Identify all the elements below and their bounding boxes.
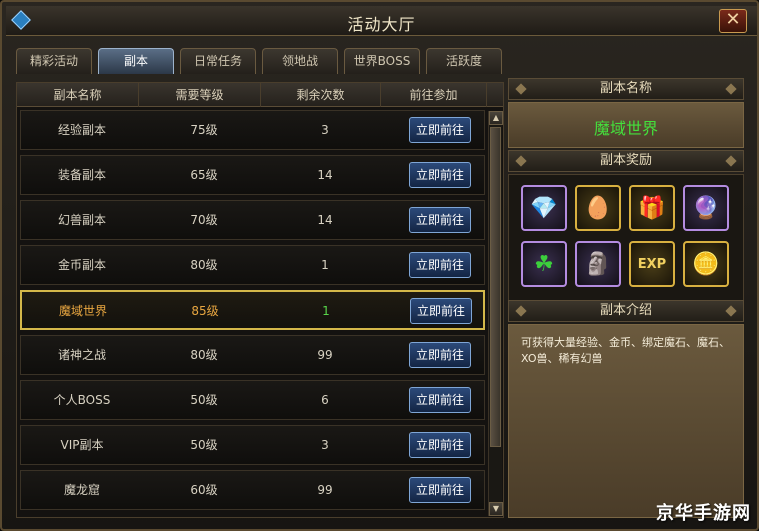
scroll-up-arrow-icon[interactable]: ▲: [489, 111, 503, 125]
blue-egg-icon[interactable]: 🥚: [575, 185, 621, 231]
required-level-cell: 75级: [190, 123, 218, 137]
name-section-header: 副本名称: [508, 78, 744, 100]
required-level-cell: 80级: [190, 258, 218, 272]
window-title: 活动大厅: [347, 15, 416, 34]
list-scrollbar[interactable]: ▲ ▼: [488, 111, 503, 516]
remaining-count-cell: 14: [317, 168, 333, 182]
crystal-icon[interactable]: 🔮: [683, 185, 729, 231]
ornament-icon: [725, 305, 737, 317]
required-level-cell: 65级: [190, 168, 218, 182]
go-now-button[interactable]: 立即前往: [409, 252, 471, 278]
go-now-button[interactable]: 立即前往: [409, 432, 471, 458]
go-now-button[interactable]: 立即前往: [409, 162, 471, 188]
activity-hall-window: 活动大厅 ✕ 精彩活动 副本 日常任务 领地战 世界BOSS 活跃度 副本名称 …: [0, 0, 759, 531]
go-now-button[interactable]: 立即前往: [409, 477, 471, 503]
required-level-cell: 50级: [190, 438, 218, 452]
tab-dungeons[interactable]: 副本: [98, 48, 174, 74]
header-required-level: 需要等级: [139, 83, 261, 107]
site-watermark: 京华手游网: [656, 503, 751, 524]
ornament-icon: [515, 305, 527, 317]
remaining-count-cell: 99: [317, 483, 333, 497]
dungeon-row[interactable]: 装备副本 65级 14 立即前往: [20, 155, 485, 195]
reward-grid: 💎 🥚 🎁 🔮 ☘ 🗿 EXP 🪙: [508, 174, 744, 314]
dungeon-name-cell: 诸神之战: [57, 348, 106, 362]
gold-coins-icon[interactable]: 🪙: [683, 241, 729, 287]
dungeon-name-cell: 幻兽副本: [57, 213, 106, 227]
required-level-cell: 70级: [190, 213, 218, 227]
required-level-cell: 60级: [190, 483, 218, 497]
dungeon-intro-text: 可获得大量经验、金币、绑定魔石、魔石、XO兽、稀有幻兽: [521, 336, 730, 365]
remaining-count-cell: 14: [317, 213, 333, 227]
go-now-button[interactable]: 立即前往: [409, 207, 471, 233]
header-go-join: 前往参加: [381, 83, 487, 107]
tab-world-boss[interactable]: 世界BOSS: [344, 48, 420, 74]
reward-section-label: 副本奖励: [599, 153, 652, 168]
remaining-count-cell: 3: [321, 438, 329, 452]
required-level-cell: 50级: [190, 393, 218, 407]
required-level-cell: 80级: [190, 348, 218, 362]
header-dungeon-name: 副本名称: [17, 83, 139, 107]
dungeon-row[interactable]: 幻兽副本 70级 14 立即前往: [20, 200, 485, 240]
reward-section-header: 副本奖励: [508, 150, 744, 172]
dungeon-name-cell: 魔龙窟: [63, 483, 100, 497]
dungeon-name-cell: 装备副本: [57, 168, 106, 182]
go-now-button[interactable]: 立即前往: [410, 298, 472, 324]
tab-activity[interactable]: 活跃度: [426, 48, 502, 74]
intro-section-body: 可获得大量经验、金币、绑定魔石、魔石、XO兽、稀有幻兽: [508, 324, 744, 518]
dungeon-detail-panel: 副本名称 魔域世界 副本奖励 💎 🥚 🎁 🔮 ☘ 🗿 EXP 🪙 副本介绍 可获…: [508, 78, 744, 518]
dungeon-name-cell: 魔域世界: [58, 304, 107, 318]
gift-box-icon[interactable]: 🎁: [629, 185, 675, 231]
ornament-icon: [515, 155, 527, 167]
tab-territory-war[interactable]: 领地战: [262, 48, 338, 74]
ornament-icon: [515, 83, 527, 95]
dungeon-row[interactable]: 魔域世界 85级 1 立即前往: [20, 290, 485, 330]
selected-dungeon-name: 魔域世界: [593, 119, 658, 138]
ornament-icon: [725, 155, 737, 167]
title-bar: 活动大厅 ✕: [6, 6, 757, 36]
name-section-body: 魔域世界: [508, 102, 744, 148]
remaining-count-cell: 99: [317, 348, 333, 362]
dungeon-row[interactable]: 个人BOSS 50级 6 立即前往: [20, 380, 485, 420]
dungeon-row[interactable]: 金币副本 80级 1 立即前往: [20, 245, 485, 285]
list-header: 副本名称 需要等级 剩余次数 前往参加: [17, 83, 503, 107]
scroll-down-arrow-icon[interactable]: ▼: [489, 502, 503, 516]
dungeon-row[interactable]: VIP副本 50级 3 立即前往: [20, 425, 485, 465]
ornament-icon: [725, 83, 737, 95]
diamond-icon[interactable]: 💎: [521, 185, 567, 231]
intro-section-label: 副本介绍: [599, 303, 652, 318]
name-section-label: 副本名称: [599, 81, 652, 96]
statue-icon[interactable]: 🗿: [575, 241, 621, 287]
dungeon-name-cell: 经验副本: [57, 123, 106, 137]
required-level-cell: 85级: [191, 304, 219, 318]
go-now-button[interactable]: 立即前往: [409, 387, 471, 413]
close-button[interactable]: ✕: [719, 9, 747, 33]
dungeon-row[interactable]: 诸神之战 80级 99 立即前往: [20, 335, 485, 375]
clover-icon[interactable]: ☘: [521, 241, 567, 287]
dungeon-name-cell: 金币副本: [57, 258, 106, 272]
remaining-count-cell: 3: [321, 123, 329, 137]
dungeon-name-cell: VIP副本: [60, 438, 104, 452]
remaining-count-cell: 1: [321, 258, 329, 272]
tab-daily-tasks[interactable]: 日常任务: [180, 48, 256, 74]
remaining-count-cell: 6: [321, 393, 329, 407]
scroll-thumb[interactable]: [490, 127, 501, 447]
remaining-count-cell: 1: [322, 304, 330, 318]
go-now-button[interactable]: 立即前往: [409, 342, 471, 368]
dungeon-list-panel: 副本名称 需要等级 剩余次数 前往参加 经验副本 75级 3 立即前往 装备副本 65级 1…: [16, 82, 504, 518]
exp-icon[interactable]: EXP: [629, 241, 675, 287]
dungeon-row[interactable]: 魔龙窟 60级 99 立即前往: [20, 470, 485, 510]
dungeon-row[interactable]: 经验副本 75级 3 立即前往: [20, 110, 485, 150]
tab-featured-events[interactable]: 精彩活动: [16, 48, 92, 74]
dungeon-name-cell: 个人BOSS: [53, 393, 111, 407]
header-remaining-count: 剩余次数: [261, 83, 381, 107]
intro-section-header: 副本介绍: [508, 300, 744, 322]
go-now-button[interactable]: 立即前往: [409, 117, 471, 143]
